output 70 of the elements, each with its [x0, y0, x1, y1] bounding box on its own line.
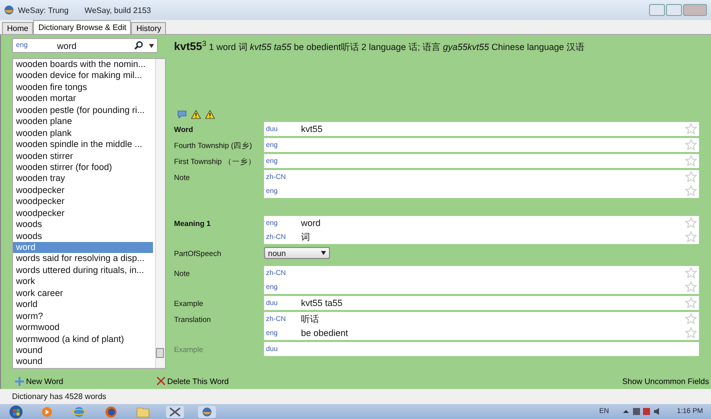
word-list-item[interactable]: words said for resolving a disp... [13, 253, 155, 265]
star-icon[interactable] [685, 297, 697, 309]
star-icon[interactable] [685, 267, 697, 279]
word-list-item[interactable]: wooden stirrer [13, 150, 155, 162]
field-value: word [301, 218, 322, 228]
new-word-button[interactable]: New Word [15, 376, 64, 386]
plus-icon [15, 376, 24, 386]
word-list-item[interactable]: woods [13, 230, 155, 242]
warning-icon[interactable] [191, 110, 201, 118]
field-value: 听话 [301, 312, 320, 326]
browser-icon[interactable] [70, 406, 88, 418]
star-icon[interactable] [685, 123, 697, 135]
word-list-item[interactable]: work [13, 276, 155, 288]
word-list-item[interactable]: wormwood (a kind of plant) [13, 334, 155, 345]
dropdown-icon[interactable] [149, 44, 154, 48]
word-list-item[interactable]: worm? [13, 310, 155, 322]
word-list-item[interactable]: wound [13, 344, 155, 356]
word-list-item[interactable]: wooden boards with the nomin... [13, 59, 155, 70]
field-value: kvt55 ta55 [301, 298, 344, 308]
word-list-item[interactable]: woods [13, 219, 155, 231]
x-icon [157, 377, 166, 385]
word-list-item[interactable]: wooden plank [13, 128, 155, 140]
show-uncommon-fields-link[interactable]: Show Uncommon Fields [622, 376, 709, 386]
star-icon[interactable] [685, 155, 697, 167]
word-list-item[interactable]: wooden pestle (for pounding ri... [13, 104, 155, 116]
word-list-item[interactable]: work career [13, 288, 155, 300]
entry-preview: kvt55$^{3}$ 1 word 词 kvt55 ta55 be obedient听话 2 language 话; 语言 gya55kvt55 Chinese language 汉语 [174, 38, 586, 53]
word-list-item[interactable]: woodpecker [13, 196, 155, 208]
word-list-item[interactable]: woodpecker [13, 184, 155, 196]
search-icon[interactable] [134, 41, 143, 50]
start-button[interactable] [8, 404, 24, 418]
star-icon[interactable] [685, 217, 697, 229]
tab[interactable]: History [131, 22, 166, 34]
tab[interactable]: Home [2, 22, 34, 34]
star-icon[interactable] [685, 171, 697, 183]
star-icon[interactable] [685, 185, 697, 197]
word-list-item[interactable]: wooden mortar [13, 93, 155, 105]
star-icon[interactable] [685, 327, 697, 339]
window-title: WeSay: Trung [18, 6, 69, 14]
warning-icon[interactable] [205, 110, 215, 118]
build-label: WeSay, build 2153 [84, 6, 151, 14]
word-list-item[interactable]: words uttered during rituals, in... [13, 264, 155, 276]
word-list-item[interactable]: wooden stirrer (for food) [13, 162, 155, 174]
star-icon[interactable] [685, 231, 697, 243]
maximize-button[interactable] [666, 4, 682, 16]
word-list-item[interactable]: wooden fire tongs [13, 82, 155, 94]
word-list-item[interactable]: wooden plane [13, 116, 155, 128]
caret-icon [321, 251, 326, 255]
tab[interactable]: Dictionary Browse & Edit [33, 20, 132, 34]
star-icon[interactable] [685, 281, 697, 293]
word-list-item[interactable]: wooden tray [13, 173, 155, 185]
word-list-item[interactable]: wooden device for making mil... [13, 70, 155, 82]
scrollbar[interactable] [155, 59, 165, 368]
star-icon[interactable] [685, 139, 697, 151]
field-value: kvt55 [301, 124, 324, 134]
field-value: be obedient [301, 328, 350, 338]
close-button[interactable] [683, 4, 707, 16]
word-list-item[interactable]: woodpecker [13, 208, 155, 220]
word-list-item[interactable]: wormwood [13, 322, 155, 334]
star-icon[interactable] [685, 313, 697, 325]
delete-word-button[interactable]: Delete This Word [157, 376, 229, 386]
word-list-item[interactable]: world [13, 299, 155, 311]
field-value: 词 [301, 230, 311, 244]
word-list-item[interactable]: wooden spindle in the middle ... [13, 139, 155, 150]
word-list-item[interactable]: wound [13, 356, 155, 368]
app-taskbar-icon[interactable] [198, 406, 216, 418]
minimize-button[interactable] [649, 4, 665, 16]
app-icon [4, 5, 14, 15]
speech-bubble-icon[interactable] [177, 110, 187, 118]
part-of-speech-dropdown[interactable]: noun [264, 247, 330, 259]
